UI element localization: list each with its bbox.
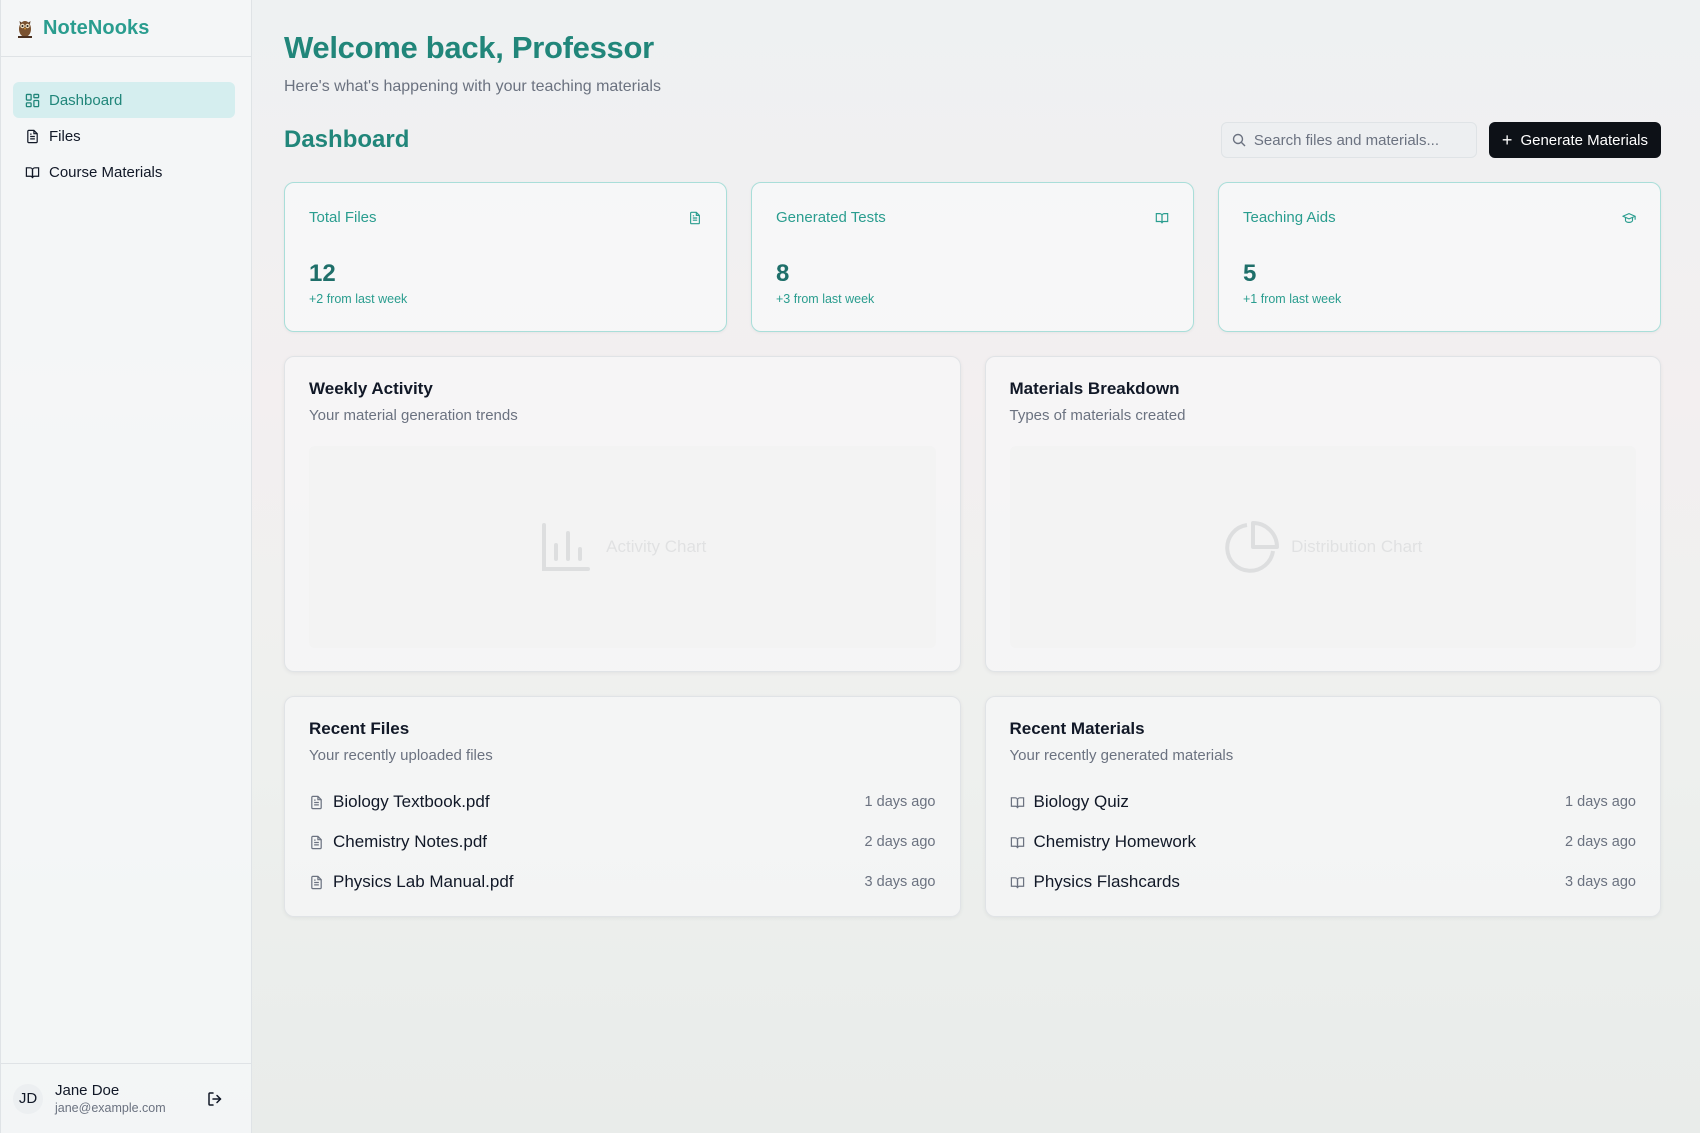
list-item[interactable]: Biology Quiz 1 days ago: [1010, 782, 1636, 822]
section-title: Dashboard: [284, 126, 410, 153]
stat-value: 12: [309, 260, 336, 287]
panel-title: Recent Files: [309, 719, 410, 738]
file-name: Physics Lab Manual.pdf: [333, 872, 514, 891]
dashboard-header: Dashboard + Generate Materials: [284, 122, 1661, 158]
user-info: Jane Doe jane@example.com: [55, 1082, 206, 1115]
sidebar-item-label: Dashboard: [49, 91, 123, 109]
material-time: 3 days ago: [1565, 874, 1636, 890]
material-time: 2 days ago: [1565, 834, 1636, 850]
dashboard-actions: + Generate Materials: [1220, 122, 1661, 158]
stat-label: Generated Tests: [776, 209, 886, 226]
file-text-icon: [311, 835, 322, 849]
panel-title: Weekly Activity: [309, 379, 433, 398]
list-item[interactable]: Chemistry Notes.pdf 2 days ago: [309, 822, 936, 862]
recent-materials-list: Biology Quiz 1 days ago Chemistry Homewo…: [1010, 782, 1636, 902]
stat-label: Total Files: [309, 209, 377, 226]
panel-subtitle: Your material generation trends: [309, 407, 518, 424]
distribution-chart-placeholder: Distribution Chart: [1009, 446, 1636, 648]
weekly-activity-panel: Weekly Activity Your material generation…: [284, 356, 961, 672]
material-name: Physics Flashcards: [1033, 872, 1180, 891]
recent-files-panel: Recent Files Your recently uploaded file…: [284, 696, 961, 917]
sidebar-item-course-materials[interactable]: Course Materials: [13, 154, 235, 190]
list-item[interactable]: Biology Textbook.pdf 1 days ago: [309, 782, 936, 822]
main-content: Welcome back, Professor Here's what's ha…: [252, 0, 1700, 1133]
file-text-icon: [690, 211, 700, 224]
stat-delta: +2 from last week: [309, 292, 408, 306]
plus-icon: +: [1501, 130, 1513, 150]
panel-subtitle: Your recently generated materials: [1009, 747, 1234, 764]
file-text-icon: [27, 129, 38, 143]
graduation-cap-icon: [1622, 212, 1636, 223]
user-profile: JD Jane Doe jane@example.com: [1, 1063, 251, 1133]
panel-title: Materials Breakdown: [1009, 379, 1180, 398]
search-input[interactable]: [1253, 131, 1454, 149]
chart-placeholder-label: Activity Chart: [606, 537, 707, 556]
recent-materials-panel: Recent Materials Your recently generated…: [984, 696, 1661, 917]
file-text-icon: [311, 875, 322, 889]
panel-subtitle: Types of materials created: [1009, 407, 1186, 424]
book-open-icon: [1010, 796, 1024, 808]
list-item[interactable]: Chemistry Homework 2 days ago: [1010, 822, 1636, 862]
list-item[interactable]: Physics Flashcards 3 days ago: [1010, 862, 1636, 902]
grid-icon: [25, 93, 40, 107]
file-time: 3 days ago: [864, 874, 936, 890]
stat-card-teaching-aids: Teaching Aids 5 +1 from last week: [1218, 182, 1661, 332]
charts-row: Weekly Activity Your material generation…: [284, 356, 1661, 672]
owl-logo-icon: [18, 21, 32, 38]
bar-chart-icon: [542, 523, 591, 571]
generate-materials-button[interactable]: + Generate Materials: [1488, 122, 1661, 158]
logout-icon[interactable]: [206, 1090, 224, 1108]
avatar-initials: JD: [18, 1090, 38, 1107]
user-name: Jane Doe: [55, 1082, 120, 1099]
page-title: Welcome back, Professor: [284, 30, 654, 65]
materials-breakdown-panel: Materials Breakdown Types of materials c…: [984, 356, 1661, 672]
sidebar: NoteNooks Dashboard Files Course Materia…: [0, 0, 252, 1133]
book-open-icon: [1155, 212, 1169, 223]
search-box[interactable]: [1220, 122, 1477, 158]
brand[interactable]: NoteNooks: [1, 0, 251, 57]
sidebar-item-files[interactable]: Files: [13, 118, 235, 154]
stat-value: 8: [776, 260, 790, 287]
material-name: Biology Quiz: [1033, 792, 1129, 811]
recent-files-list: Biology Textbook.pdf 1 days ago Chemistr…: [309, 782, 936, 902]
book-open-icon: [1010, 836, 1024, 848]
avatar[interactable]: JD: [13, 1083, 43, 1114]
sidebar-item-label: Files: [49, 127, 81, 145]
stat-delta: +1 from last week: [1243, 292, 1342, 306]
stat-value: 5: [1243, 260, 1257, 287]
recent-row: Recent Files Your recently uploaded file…: [284, 696, 1661, 917]
file-name: Chemistry Notes.pdf: [333, 832, 487, 851]
book-open-icon: [25, 166, 40, 178]
stat-delta: +3 from last week: [776, 292, 875, 306]
user-email: jane@example.com: [55, 1101, 166, 1115]
file-time: 1 days ago: [864, 794, 936, 810]
sidebar-nav: Dashboard Files Course Materials: [1, 57, 251, 190]
stat-card-total-files: Total Files 12 +2 from last week: [284, 182, 727, 332]
list-item[interactable]: Physics Lab Manual.pdf 3 days ago: [309, 862, 936, 902]
stats-row: Total Files 12 +2 from last week Generat…: [284, 182, 1661, 332]
stat-label: Teaching Aids: [1243, 209, 1336, 226]
material-name: Chemistry Homework: [1033, 832, 1196, 851]
activity-chart-placeholder: Activity Chart: [309, 446, 936, 648]
file-name: Biology Textbook.pdf: [333, 792, 490, 811]
stat-card-generated-tests: Generated Tests 8 +3 from last week: [751, 182, 1194, 332]
pie-chart-icon: [1225, 521, 1280, 573]
file-text-icon: [311, 795, 322, 809]
sidebar-item-label: Course Materials: [49, 163, 163, 181]
panel-title: Recent Materials: [1009, 719, 1145, 738]
generate-materials-label: Generate Materials: [1520, 131, 1648, 149]
search-icon: [1232, 133, 1246, 147]
panel-subtitle: Your recently uploaded files: [309, 747, 493, 764]
app-name: NoteNooks: [43, 16, 150, 39]
page-subtitle: Here's what's happening with your teachi…: [284, 78, 661, 95]
book-open-icon: [1010, 876, 1024, 888]
app-window: NoteNooks Dashboard Files Course Materia…: [0, 0, 1700, 1133]
sidebar-item-dashboard[interactable]: Dashboard: [13, 82, 235, 118]
file-time: 2 days ago: [864, 834, 936, 850]
chart-placeholder-label: Distribution Chart: [1291, 537, 1423, 556]
material-time: 1 days ago: [1565, 794, 1636, 810]
